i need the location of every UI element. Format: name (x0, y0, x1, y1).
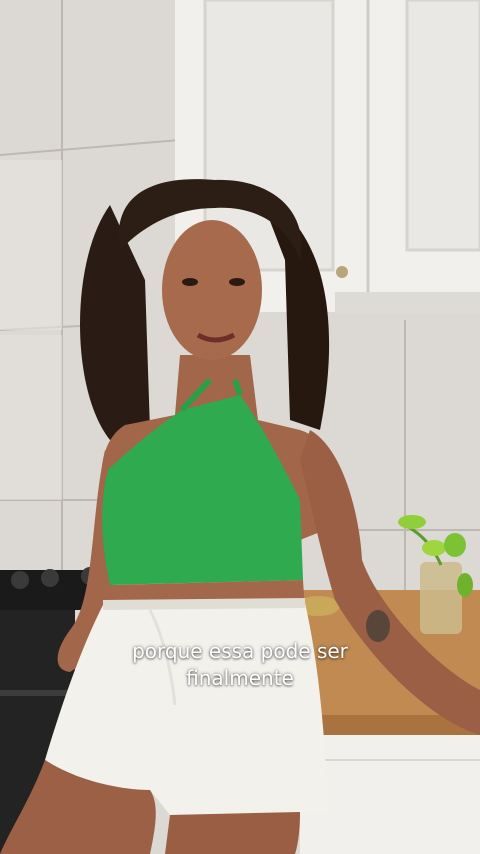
video-frame: porque essa pode ser finalmente (0, 0, 480, 854)
kitchen-scene (0, 0, 480, 854)
caption-line-1: porque essa pode ser (132, 639, 348, 663)
caption-line-2: finalmente (186, 666, 294, 690)
cabinet-knob (336, 266, 348, 278)
video-caption: porque essa pode ser finalmente (0, 638, 480, 692)
right-leg (165, 812, 300, 854)
